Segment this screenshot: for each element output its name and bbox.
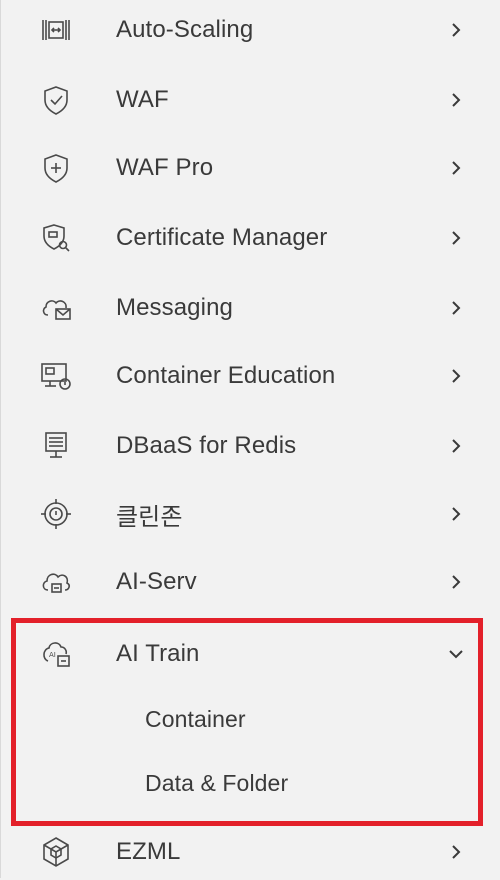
menu-item-ai-serv[interactable]: AI-Serv xyxy=(1,554,500,610)
menu-item-label: WAF Pro xyxy=(116,154,214,181)
chevron-right-icon xyxy=(446,504,466,524)
menu-item-waf-pro[interactable]: WAF Pro xyxy=(1,140,500,196)
submenu-item-label: Data & Folder xyxy=(145,769,289,796)
chevron-right-icon xyxy=(446,842,466,862)
chevron-down-icon xyxy=(446,644,466,664)
chevron-right-icon xyxy=(446,90,466,110)
chevron-right-icon xyxy=(446,228,466,248)
chevron-right-icon xyxy=(446,572,466,592)
menu-item-ezml[interactable]: EZML xyxy=(1,824,500,880)
monitor-education-icon xyxy=(39,359,73,393)
menu-item-label: 클린존 xyxy=(116,503,183,531)
ai-train-icon: AI xyxy=(39,637,73,671)
menu-item-label: Messaging xyxy=(116,294,233,321)
auto-scaling-icon xyxy=(39,13,73,47)
menu-item-label: EZML xyxy=(116,838,181,865)
chevron-right-icon xyxy=(446,298,466,318)
certificate-icon xyxy=(39,221,73,255)
menu-item-label: Auto-Scaling xyxy=(116,16,254,43)
chevron-right-icon xyxy=(446,158,466,178)
side-menu: Auto-Scaling WAF WAF Pro Certificate Man… xyxy=(0,0,500,878)
menu-item-container-education[interactable]: Container Education xyxy=(1,348,500,404)
menu-item-label: DBaaS for Redis xyxy=(116,432,297,459)
menu-item-ai-train[interactable]: AI AI Train xyxy=(1,626,500,682)
shield-check-icon xyxy=(39,83,73,117)
submenu-item-container[interactable]: Container xyxy=(1,694,500,744)
submenu-item-label: Container xyxy=(145,705,246,732)
chevron-right-icon xyxy=(446,436,466,456)
shield-plus-icon xyxy=(39,151,73,185)
chevron-right-icon xyxy=(446,366,466,386)
menu-item-label: AI Train xyxy=(116,640,200,667)
menu-item-label: Container Education xyxy=(116,362,336,389)
menu-item-auto-scaling[interactable]: Auto-Scaling xyxy=(1,2,500,58)
cloud-ai-icon xyxy=(39,565,73,599)
menu-item-label: Certificate Manager xyxy=(116,224,328,251)
svg-text:AI: AI xyxy=(49,651,56,659)
submenu-item-data-folder[interactable]: Data & Folder xyxy=(1,758,500,808)
menu-item-waf[interactable]: WAF xyxy=(1,72,500,128)
chevron-right-icon xyxy=(446,20,466,40)
menu-item-certificate-manager[interactable]: Certificate Manager xyxy=(1,210,500,266)
menu-item-label: AI-Serv xyxy=(116,568,197,595)
menu-item-cleanzone[interactable]: 클린존 xyxy=(1,486,500,542)
menu-item-dbaas-for-redis[interactable]: DBaaS for Redis xyxy=(1,418,500,474)
cloud-mail-icon xyxy=(39,291,73,325)
menu-item-messaging[interactable]: Messaging xyxy=(1,280,500,336)
target-icon xyxy=(39,497,73,531)
cube-icon xyxy=(39,835,73,869)
database-monitor-icon xyxy=(39,429,73,463)
menu-item-label: WAF xyxy=(116,86,169,113)
